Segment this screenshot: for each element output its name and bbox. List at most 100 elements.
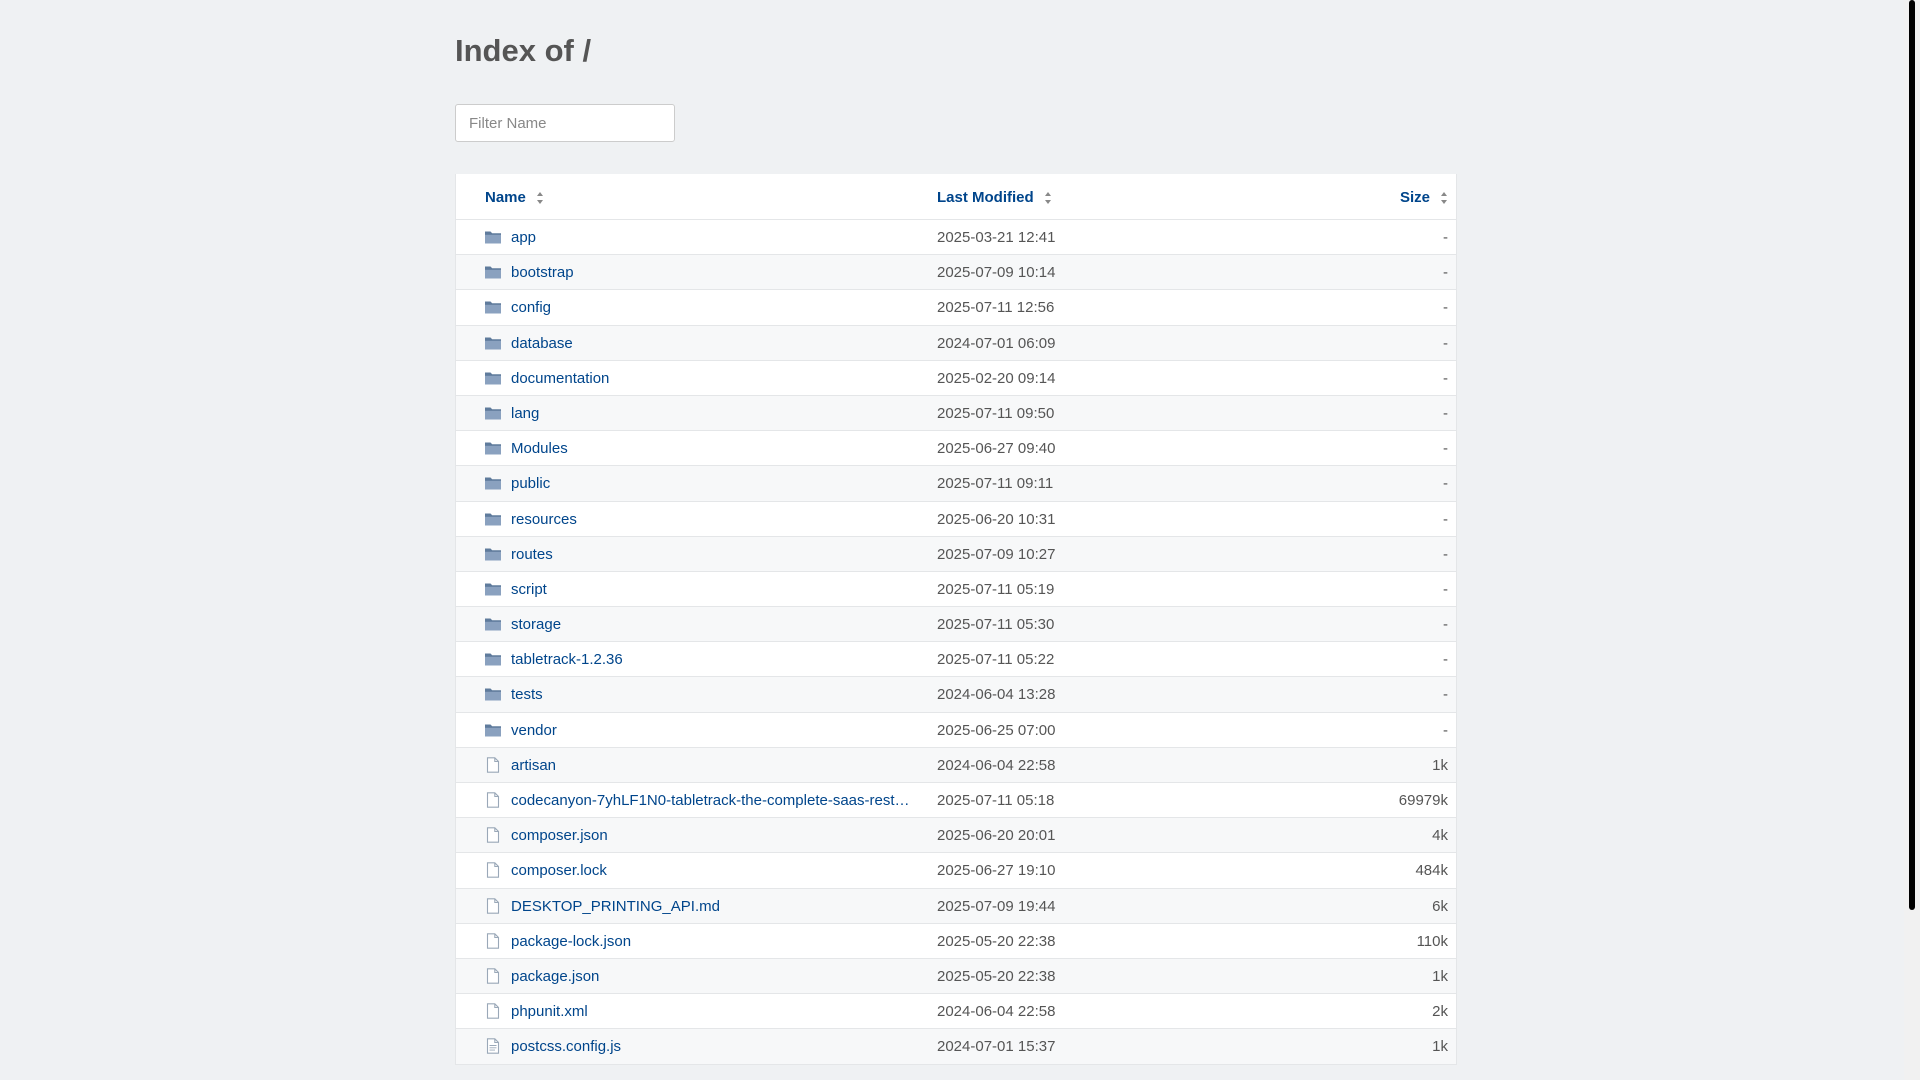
table-row: app 2025-03-21 12:41 - xyxy=(456,220,1456,256)
sort-icon xyxy=(1441,191,1448,204)
table-row: postcss.config.js 2024-07-01 15:37 1k xyxy=(456,1029,1456,1065)
table-row: tabletrack-1.2.36 2025-07-11 05:22 - xyxy=(456,642,1456,678)
size-cell: - xyxy=(1443,686,1448,704)
table-row: composer.lock 2025-06-27 19:10 484k xyxy=(456,853,1456,889)
folder-link[interactable]: tabletrack-1.2.36 xyxy=(511,651,916,668)
filter-name-input[interactable] xyxy=(455,104,675,142)
table-row: codecanyon-7yhLF1N0-tabletrack-the-compl… xyxy=(456,783,1456,819)
size-cell: 1k xyxy=(1432,967,1448,985)
folder-link[interactable]: bootstrap xyxy=(511,264,916,281)
size-cell: - xyxy=(1443,651,1448,669)
size-cell: - xyxy=(1443,264,1448,282)
file-link[interactable]: codecanyon-7yhLF1N0-tabletrack-the-compl… xyxy=(511,792,916,809)
last-modified-cell: 2024-06-04 22:58 xyxy=(937,756,1056,774)
last-modified-cell: 2025-07-09 10:27 xyxy=(937,545,1056,563)
size-cell: 484k xyxy=(1415,862,1448,880)
size-cell: - xyxy=(1443,721,1448,739)
size-cell: - xyxy=(1443,475,1448,493)
table-header: Name Last Modified Size xyxy=(456,174,1456,220)
last-modified-cell: 2025-07-09 19:44 xyxy=(937,897,1056,915)
last-modified-cell: 2024-06-04 22:58 xyxy=(937,1003,1056,1021)
folder-link[interactable]: resources xyxy=(511,511,916,528)
size-cell: 110k xyxy=(1416,932,1448,950)
page-title: Index of / xyxy=(455,33,592,68)
name-column-label: Name xyxy=(485,189,526,206)
last-modified-cell: 2025-06-25 07:00 xyxy=(937,721,1056,739)
file-link[interactable]: package.json xyxy=(511,968,916,985)
table-row: DESKTOP_PRINTING_API.md 2025-07-09 19:44 6… xyxy=(456,888,1456,924)
last-modified-cell: 2025-07-11 05:18 xyxy=(937,792,1055,809)
folder-link[interactable]: vendor xyxy=(511,722,916,739)
table-row: tests 2024-06-04 13:28 - xyxy=(456,677,1456,713)
file-link[interactable]: artisan xyxy=(511,757,916,774)
folder-link[interactable]: script xyxy=(511,581,916,598)
folder-link[interactable]: public xyxy=(511,475,916,492)
size-cell: - xyxy=(1443,369,1448,387)
folder-link[interactable]: app xyxy=(511,229,916,246)
folder-link[interactable]: storage xyxy=(511,616,916,633)
file-link[interactable]: postcss.config.js xyxy=(511,1038,916,1055)
sort-by-name-header[interactable]: Name xyxy=(485,189,544,206)
last-modified-cell: 2025-07-11 05:22 xyxy=(937,651,1055,669)
table-row: Modules 2025-06-27 09:40 - xyxy=(456,431,1456,467)
last-modified-cell: 2025-06-27 09:40 xyxy=(937,440,1056,458)
table-row: database 2024-07-01 06:09 - xyxy=(456,325,1456,361)
sort-icon xyxy=(536,191,544,204)
table-row: resources 2025-06-20 10:31 - xyxy=(456,502,1456,537)
size-cell: - xyxy=(1443,580,1448,598)
folder-link[interactable]: lang xyxy=(511,405,916,422)
size-cell: 1k xyxy=(1432,1038,1448,1056)
size-cell: - xyxy=(1443,334,1448,352)
last-modified-column-label: Last Modified xyxy=(937,189,1034,206)
folder-link[interactable]: routes xyxy=(511,546,916,563)
size-cell: 6k xyxy=(1432,897,1448,915)
table-row: storage 2025-07-11 05:30 - xyxy=(456,607,1456,643)
last-modified-cell: 2025-03-21 12:41 xyxy=(937,229,1056,246)
last-modified-cell: 2025-07-11 05:30 xyxy=(937,616,1055,634)
folder-link[interactable]: database xyxy=(511,335,916,352)
file-link[interactable]: DESKTOP_PRINTING_API.md xyxy=(511,898,916,915)
sort-by-size-header[interactable]: Size xyxy=(1400,189,1448,206)
last-modified-cell: 2025-07-11 09:11 xyxy=(937,475,1054,493)
file-link[interactable]: package-lock.json xyxy=(511,933,916,950)
folder-link[interactable]: tests xyxy=(511,686,916,703)
last-modified-cell: 2024-06-04 13:28 xyxy=(937,686,1056,704)
table-row: composer.json 2025-06-20 20:01 4k xyxy=(456,818,1456,854)
size-cell: 69979k xyxy=(1398,792,1448,809)
last-modified-cell: 2024-07-01 06:09 xyxy=(937,334,1056,352)
size-cell: - xyxy=(1443,616,1448,634)
last-modified-cell: 2025-05-20 22:38 xyxy=(937,932,1056,950)
size-column-label: Size xyxy=(1399,189,1430,206)
size-cell: - xyxy=(1443,229,1448,246)
file-link[interactable]: composer.json xyxy=(511,827,916,844)
table-row: config 2025-07-11 12:56 - xyxy=(456,290,1456,326)
last-modified-cell: 2025-07-11 12:56 xyxy=(937,299,1055,317)
page-scrollbar[interactable] xyxy=(1904,0,1920,1080)
last-modified-cell: 2025-05-20 22:38 xyxy=(937,967,1056,985)
folder-link[interactable]: documentation xyxy=(511,370,916,387)
folder-link[interactable]: config xyxy=(511,299,916,316)
table-row: package.json 2025-05-20 22:38 1k xyxy=(456,958,1456,995)
table-row: lang 2025-07-11 09:50 - xyxy=(456,395,1456,432)
file-link[interactable]: phpunit.xml xyxy=(511,1003,916,1020)
table-row: package-lock.json 2025-05-20 22:38 110k xyxy=(456,924,1456,959)
last-modified-cell: 2025-06-20 10:31 xyxy=(937,510,1056,528)
table-row: phpunit.xml 2024-06-04 22:58 2k xyxy=(456,994,1456,1030)
sort-by-last-modified-header[interactable]: Last Modified xyxy=(937,189,1052,206)
last-modified-cell: 2025-07-11 09:50 xyxy=(937,404,1055,422)
table-row: script 2025-07-11 05:19 - xyxy=(456,572,1456,608)
size-cell: 1k xyxy=(1432,756,1448,774)
last-modified-cell: 2025-06-27 19:10 xyxy=(937,862,1056,880)
last-modified-cell: 2025-07-09 10:14 xyxy=(937,264,1056,282)
sort-icon xyxy=(1044,191,1052,204)
last-modified-cell: 2024-07-01 15:37 xyxy=(937,1038,1056,1056)
size-cell: - xyxy=(1443,510,1448,528)
table-row: documentation 2025-02-20 09:14 - xyxy=(456,361,1456,396)
size-cell: 4k xyxy=(1432,827,1448,845)
folder-link[interactable]: Modules xyxy=(511,440,916,457)
table-row: routes 2025-07-09 10:27 - xyxy=(456,536,1456,572)
table-row: vendor 2025-06-25 07:00 - xyxy=(456,713,1456,748)
table-row: public 2025-07-11 09:11 - xyxy=(456,466,1456,502)
file-link[interactable]: composer.lock xyxy=(511,862,916,879)
scrollbar-thumb[interactable] xyxy=(1909,0,1915,910)
